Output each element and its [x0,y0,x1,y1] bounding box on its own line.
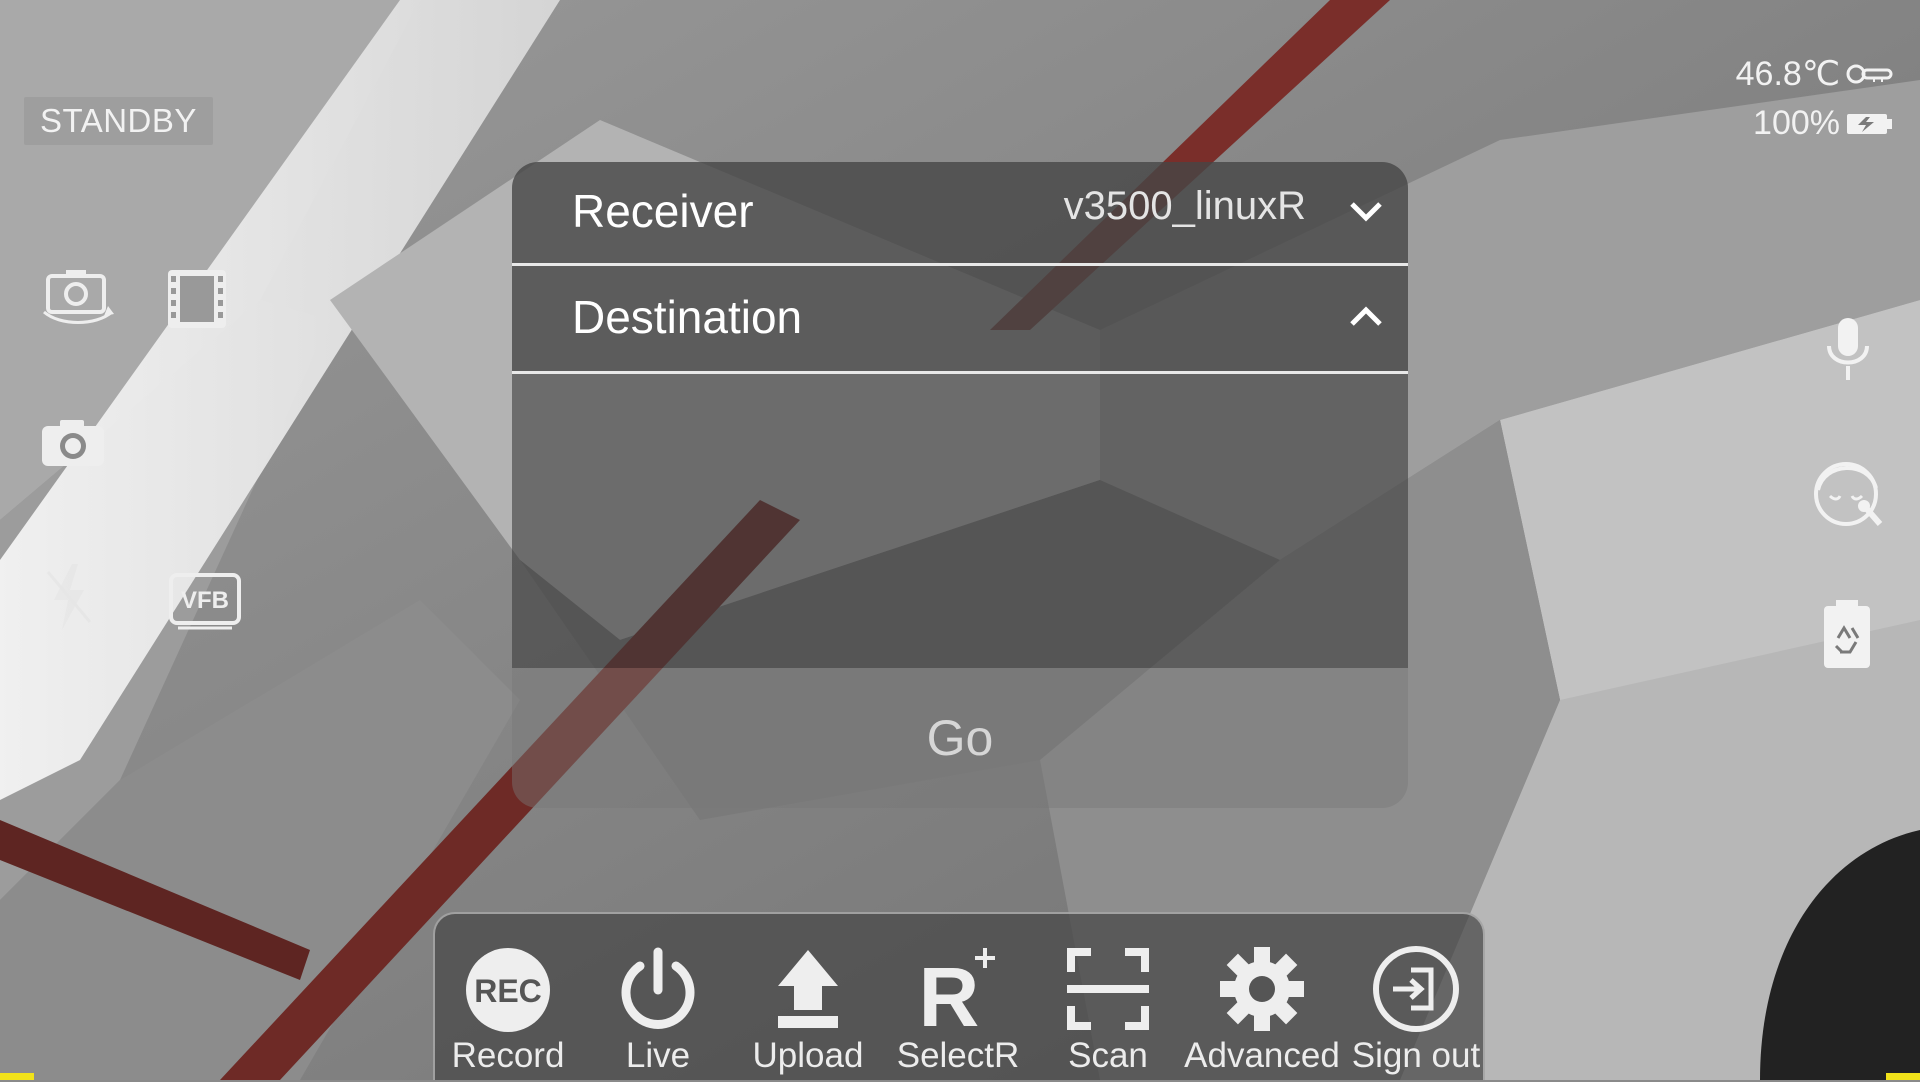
microphone-icon[interactable] [1824,316,1872,384]
chevron-up-icon[interactable] [1346,302,1386,335]
snapshot-camera-icon[interactable] [40,418,106,468]
thermometer-icon [1846,60,1894,88]
sign-out-label: Sign out [1351,1036,1481,1075]
live-label: Live [625,1036,691,1075]
battery-charging-icon [1846,111,1894,137]
go-area: Go [512,668,1408,808]
scan-label: Scan [1068,1036,1148,1075]
scan-button[interactable]: Scan [1033,914,1183,1082]
flash-off-icon[interactable] [44,562,94,632]
beauty-face-icon[interactable] [1810,452,1886,534]
receiver-value: v3500_linuxR [1063,184,1306,228]
vfb-icon[interactable]: VFB [168,572,242,632]
film-icon[interactable] [164,268,230,330]
rec-icon-text: REC [474,973,542,1009]
corner-mark-left [0,1073,34,1080]
record-button[interactable]: REC Record [433,914,583,1082]
record-label: Record [451,1036,565,1075]
temperature-status: 46.8℃ [1736,54,1894,94]
go-button[interactable]: Go [512,668,1408,808]
svg-text:VFB: VFB [181,587,229,614]
select-receiver-label: SelectR [896,1036,1020,1075]
sign-out-icon [1369,944,1463,1034]
advanced-label: Advanced [1184,1036,1340,1075]
upload-label: Upload [752,1036,864,1075]
receiver-label: Receiver [572,185,754,237]
clear-cache-icon[interactable] [1822,598,1872,670]
bottom-toolbar: REC Record Live Upload R SelectR Scan Ad… [433,912,1485,1080]
select-receiver-icon-text: R [919,950,980,1034]
temperature-value: 46.8℃ [1735,55,1840,93]
select-receiver-icon: R [913,944,1003,1034]
corner-mark-right [1886,1073,1920,1080]
upload-button[interactable]: Upload [733,914,883,1082]
scan-icon [1063,944,1153,1034]
receiver-dropdown[interactable]: Receiver v3500_linuxR [512,162,1408,266]
rec-icon: REC [460,944,556,1034]
battery-status: 100% [1753,104,1894,143]
switch-camera-icon[interactable] [40,266,116,328]
sign-out-button[interactable]: Sign out [1341,914,1491,1082]
standby-status-label: STANDBY [24,97,213,145]
destination-list[interactable] [512,374,1408,668]
chevron-down-icon[interactable] [1346,196,1386,229]
upload-icon [768,944,848,1034]
receiver-destination-panel: Receiver v3500_linuxR Destination Go [512,162,1408,808]
gear-icon [1217,944,1307,1034]
select-receiver-button[interactable]: R SelectR [883,914,1033,1082]
power-icon [613,944,703,1034]
destination-dropdown[interactable]: Destination [512,266,1408,374]
battery-value: 100% [1753,104,1840,142]
destination-label: Destination [572,291,803,343]
live-button[interactable]: Live [583,914,733,1082]
advanced-button[interactable]: Advanced [1184,914,1340,1082]
